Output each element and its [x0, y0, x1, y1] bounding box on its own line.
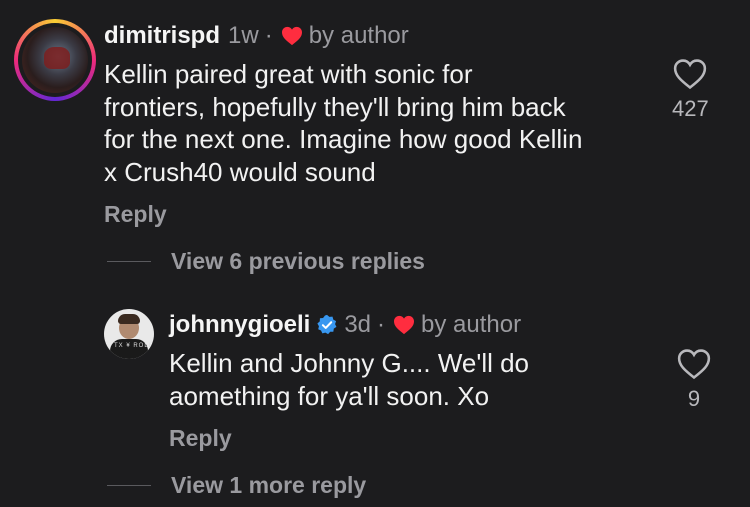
commenter-username[interactable]: dimitrispd	[104, 22, 220, 50]
author-liked-heart-icon	[281, 26, 302, 46]
reply-button[interactable]: Reply	[169, 425, 232, 452]
like-heart-icon[interactable]	[673, 58, 707, 90]
comment-age: 1w	[228, 22, 259, 49]
comment-text-line: for the next one. Imagine how good Kelli…	[104, 124, 583, 154]
comment-text-line: frontiers, hopefully they'll bring him b…	[104, 91, 566, 122]
view-previous-replies-button[interactable]: View 6 previous replies	[107, 248, 425, 275]
like-heart-icon[interactable]	[677, 348, 711, 380]
reply-button[interactable]: Reply	[104, 201, 167, 228]
view-more-replies-button[interactable]: View 1 more reply	[107, 472, 366, 499]
commenter-avatar[interactable]	[14, 19, 96, 101]
liked-by-author-label: by author	[421, 311, 522, 338]
thread-divider	[107, 484, 151, 487]
replier-username[interactable]: johnnygioeli	[169, 311, 310, 339]
reply-age: 3d	[344, 311, 372, 338]
separator-dot: ·	[377, 311, 386, 338]
like-count[interactable]: 9	[688, 386, 700, 412]
reply-header: johnnygioeli 3d · by author	[169, 311, 521, 339]
separator-dot: ·	[264, 22, 273, 49]
verified-badge-icon	[317, 314, 337, 335]
reply-text-line: Kellin and Johnny G.... We'll do	[169, 348, 530, 378]
author-liked-heart-icon	[394, 315, 415, 335]
avatar-shirt-text: TX ¥ ROLL	[114, 343, 154, 349]
reply-text-line: aomething for ya'll soon. Xo	[169, 380, 490, 411]
view-more-replies-label: View 1 more reply	[171, 472, 367, 498]
liked-by-author-label: by author	[308, 22, 409, 49]
view-previous-replies-label: View 6 previous replies	[171, 248, 425, 274]
reply-like: 9	[677, 348, 711, 412]
replier-avatar[interactable]: TX ¥ ROLL	[104, 309, 154, 359]
comment-like: 427	[672, 58, 709, 122]
thread-divider	[107, 260, 151, 263]
comment-text-line: Kellin paired great with sonic for	[104, 59, 473, 89]
like-count[interactable]: 427	[672, 96, 709, 122]
reply-text: Kellin and Johnny G.... We'll do aomethi…	[169, 347, 529, 412]
comment-text: Kellin paired great with sonic for front…	[104, 58, 582, 188]
comment-text-line: x Crush40 would sound	[104, 156, 376, 187]
comment-header: dimitrispd 1w · by author	[104, 22, 409, 50]
